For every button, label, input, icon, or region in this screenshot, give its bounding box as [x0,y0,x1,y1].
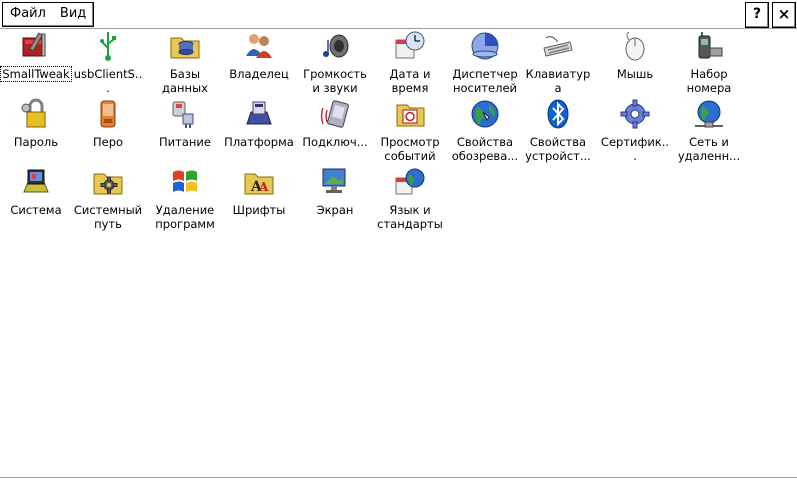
item-volume[interactable]: Громкость и звуки [300,30,370,95]
system-icon [20,166,52,198]
item-stylus[interactable]: Перо [73,98,143,149]
item-password[interactable]: Пароль [1,98,71,149]
item-label: Мышь [616,67,654,81]
item-display[interactable]: Экран [300,166,370,217]
bluetooth-icon [542,98,574,130]
item-label: Сеть и удаленн... [677,135,741,163]
item-datetime[interactable]: Дата и время [375,30,445,95]
power-plug-icon [169,98,201,130]
item-keyboard[interactable]: Клавиатура [523,30,593,95]
item-databases[interactable]: Базы данных [150,30,220,95]
item-label: Дата и время [389,67,431,95]
item-label: Просмотр событий [380,135,440,163]
menu-bar: Файл Вид [2,2,95,27]
language-globe-icon [394,166,426,198]
item-certificates[interactable]: Сертифик... [600,98,670,163]
remove-programs-icon [169,166,201,198]
item-owner[interactable]: Владелец [224,30,294,81]
speaker-icon [319,30,351,62]
item-system-path[interactable]: Системный путь [73,166,143,231]
item-label: Язык и стандарты [377,203,443,231]
stylus-device-icon [92,98,124,130]
item-dialing[interactable]: Набор номера [674,30,744,95]
item-connections[interactable]: Подключ... [300,98,370,149]
item-network[interactable]: Сеть и удаленн... [674,98,744,163]
close-button[interactable]: × [772,2,796,28]
item-label: usbClientS... [73,67,143,95]
item-event-viewer[interactable]: Просмотр событий [375,98,445,163]
top-bar: Файл Вид ? × [0,0,797,29]
item-label: Питание [159,135,211,149]
item-label: SmallTweak [0,66,72,82]
network-globe-icon [693,98,725,130]
item-power[interactable]: Питание [150,98,220,149]
item-fonts[interactable]: A A Шрифты [224,166,294,217]
item-label: Системный путь [73,203,143,231]
event-viewer-icon [394,98,426,130]
item-label: Удаление программ [155,203,215,231]
database-folder-icon [169,30,201,62]
item-label: Шрифты [232,203,286,217]
item-platform[interactable]: Платформа [224,98,294,149]
item-smalltweak[interactable]: SmallTweak [0,30,72,82]
item-label: Свойства устройст... [525,135,591,163]
password-lock-icon [20,98,52,130]
keyboard-icon [542,30,574,62]
calendar-clock-icon [394,30,426,62]
fonts-folder-icon: A A [243,166,275,198]
item-label: Клавиатура [525,67,591,95]
help-button[interactable]: ? [745,2,769,28]
item-label: Подключ... [302,135,368,149]
item-device-props[interactable]: Свойства устройст... [523,98,593,163]
item-label: Базы данных [162,67,208,95]
svg-text:A: A [258,180,269,194]
item-label: Набор номера [686,67,732,95]
item-language[interactable]: Язык и стандарты [375,166,445,231]
usb-icon [92,30,124,62]
item-system[interactable]: Система [1,166,71,217]
item-label: Пароль [13,135,59,149]
browser-globe-icon [469,98,501,130]
owner-people-icon [243,30,275,62]
item-storage-manager[interactable]: Диспетчер носителей [450,30,520,95]
item-label: Перо [92,135,124,149]
display-icon [319,166,351,198]
item-mouse[interactable]: Мышь [600,30,670,81]
item-usbclient[interactable]: usbClientS... [73,30,143,95]
item-label: Громкость и звуки [303,67,367,95]
item-label: Экран [316,203,354,217]
connection-device-icon [319,98,351,130]
item-label: Владелец [229,67,289,81]
item-label: Сертифик... [600,135,670,163]
item-label: Платформа [224,135,294,149]
certificate-gear-icon [619,98,651,130]
tweak-tools-icon [20,30,52,62]
platform-icon [243,98,275,130]
menu-file[interactable]: Файл [3,3,53,26]
item-browser-props[interactable]: Свойства обозрева... [450,98,520,163]
item-label: Свойства обозрева... [451,135,519,163]
disk-manager-icon [469,30,501,62]
item-remove-programs[interactable]: Удаление программ [150,166,220,231]
menu-view[interactable]: Вид [53,3,93,26]
bottom-border [0,477,797,481]
phone-dialing-icon [693,30,725,62]
item-label: Диспетчер носителей [452,67,518,95]
item-label: Система [10,203,62,217]
system-path-folder-icon [92,166,124,198]
mouse-icon [619,30,651,62]
